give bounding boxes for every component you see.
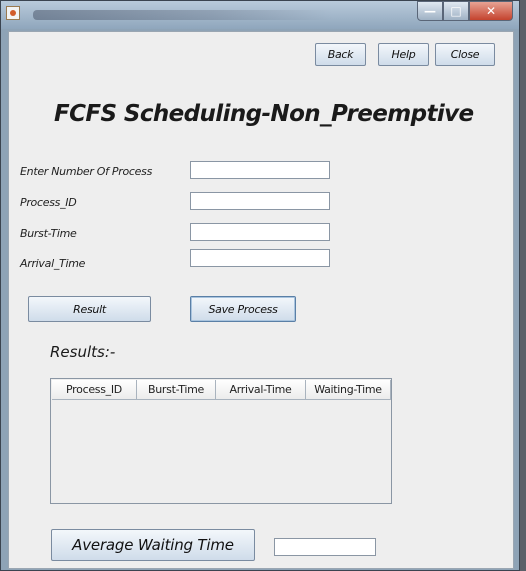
column-header-burst-time[interactable]: Burst-Time — [137, 380, 216, 400]
app-window: — □ ✕ Back Help Close FCFS Scheduling-No… — [0, 0, 520, 571]
results-table[interactable]: Process_ID Burst-Time Arrival-Time Waiti… — [50, 378, 392, 504]
content-panel: Back Help Close FCFS Scheduling-Non_Pree… — [8, 31, 514, 569]
help-button[interactable]: Help — [378, 43, 429, 66]
burst-time-input[interactable] — [190, 223, 330, 241]
results-label: Results:- — [50, 343, 116, 361]
average-waiting-time-field[interactable] — [274, 538, 376, 556]
process-id-input[interactable] — [190, 192, 330, 210]
column-header-waiting-time[interactable]: Waiting-Time — [306, 380, 391, 400]
arrival-time-input[interactable] — [190, 249, 330, 267]
page-title: FCFS Scheduling-Non_Preemptive — [54, 101, 474, 127]
save-process-button[interactable]: Save Process — [190, 296, 296, 322]
minimize-button[interactable]: — — [417, 1, 443, 21]
label-number-of-process: Enter Number Of Process — [20, 165, 152, 178]
label-process-id: Process_ID — [20, 196, 77, 209]
label-arrival-time: Arrival_Time — [20, 257, 86, 270]
number-of-process-input[interactable] — [190, 161, 330, 179]
column-header-arrival-time[interactable]: Arrival-Time — [216, 380, 306, 400]
average-waiting-time-button[interactable]: Average Waiting Time — [51, 529, 255, 561]
back-button[interactable]: Back — [315, 43, 366, 66]
column-header-process-id[interactable]: Process_ID — [52, 380, 137, 400]
java-icon — [6, 6, 20, 20]
title-bar[interactable]: — □ ✕ — [1, 1, 519, 29]
result-button[interactable]: Result — [28, 296, 151, 322]
window-title-blurred — [33, 10, 333, 20]
maximize-button[interactable]: □ — [443, 1, 469, 21]
table-header: Process_ID Burst-Time Arrival-Time Waiti… — [52, 380, 391, 400]
label-burst-time: Burst-Time — [20, 227, 77, 240]
close-window-button[interactable]: ✕ — [469, 1, 513, 21]
close-button[interactable]: Close — [435, 43, 495, 66]
window-controls: — □ ✕ — [417, 1, 513, 21]
